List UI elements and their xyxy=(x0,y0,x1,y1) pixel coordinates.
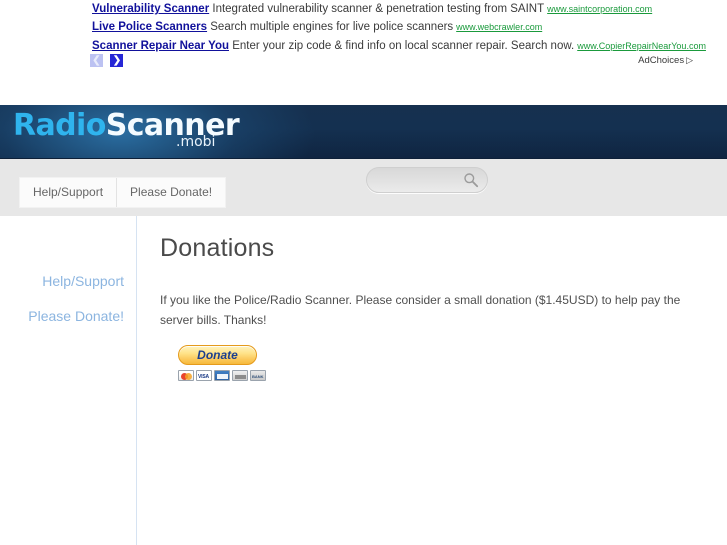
donate-button-label: Donate xyxy=(197,348,238,362)
toolbar: Help/Support Please Donate! xyxy=(0,158,727,217)
sidebar-item-help-support[interactable]: Help/Support xyxy=(0,273,136,289)
mastercard-icon xyxy=(178,370,194,381)
tab-bar: Help/Support Please Donate! xyxy=(19,177,227,208)
adchoices-link[interactable]: AdChoices ▷ xyxy=(638,55,693,66)
donation-description: If you like the Police/Radio Scanner. Pl… xyxy=(160,293,681,327)
search-input[interactable] xyxy=(378,171,464,191)
logo-text-radio: Radio xyxy=(13,108,106,143)
logo-text-mobi: .mobi xyxy=(176,134,216,150)
ad-description-text: Search multiple engines for live police … xyxy=(210,21,454,33)
donate-button[interactable]: Donate xyxy=(178,345,257,365)
ad-next-button[interactable]: ❯ xyxy=(110,54,124,67)
adchoices-icon: ▷ xyxy=(686,55,693,65)
chevron-right-icon: ❯ xyxy=(112,55,122,66)
search-area xyxy=(366,167,488,193)
ad-description-text: Enter your zip code & find info on local… xyxy=(232,40,575,52)
sidebar-item-please-donate[interactable]: Please Donate! xyxy=(0,308,136,324)
ad-title-link[interactable]: Vulnerability Scanner xyxy=(92,3,209,15)
site-header: RadioScanner .mobi xyxy=(0,105,727,158)
ad-prev-button[interactable]: ❮ xyxy=(90,54,103,67)
tab-please-donate[interactable]: Please Donate! xyxy=(116,178,226,207)
advertisement-block: Vulnerability Scanner Integrated vulnera… xyxy=(0,0,727,105)
accepted-cards xyxy=(178,370,278,381)
tab-help-support[interactable]: Help/Support xyxy=(20,178,117,207)
adchoices-label: AdChoices xyxy=(638,55,685,66)
bank-icon xyxy=(250,370,266,381)
ad-title-link[interactable]: Live Police Scanners xyxy=(92,21,207,33)
ad-url-link[interactable]: www.webcrawler.com xyxy=(456,22,542,32)
sidebar: Help/Support Please Donate! xyxy=(0,216,137,545)
paypal-donate-widget: Donate xyxy=(178,345,278,381)
ad-item: Live Police Scanners Search multiple eng… xyxy=(92,21,542,33)
ad-url-link[interactable]: www.saintcorporation.com xyxy=(547,4,652,14)
logo-text-scanner: Scanner xyxy=(105,108,240,143)
chevron-left-icon: ❮ xyxy=(92,55,101,66)
ad-item: Scanner Repair Near You Enter your zip c… xyxy=(92,40,706,52)
main-column: Donations If you like the Police/Radio S… xyxy=(160,216,707,381)
discover-icon xyxy=(232,370,248,381)
visa-icon xyxy=(196,370,212,381)
ad-title-link[interactable]: Scanner Repair Near You xyxy=(92,40,229,52)
page-content: Help/Support Please Donate! Donations If… xyxy=(0,216,727,545)
ad-item: Vulnerability Scanner Integrated vulnera… xyxy=(92,3,652,15)
ad-url-link[interactable]: www.CopierRepairNearYou.com xyxy=(577,41,706,51)
search-icon[interactable] xyxy=(463,172,479,188)
ad-pagination: ❮ ❯ xyxy=(90,54,126,68)
amex-icon xyxy=(214,370,230,381)
page-title: Donations xyxy=(160,234,275,262)
ad-description-text: Integrated vulnerability scanner & penet… xyxy=(212,3,545,15)
